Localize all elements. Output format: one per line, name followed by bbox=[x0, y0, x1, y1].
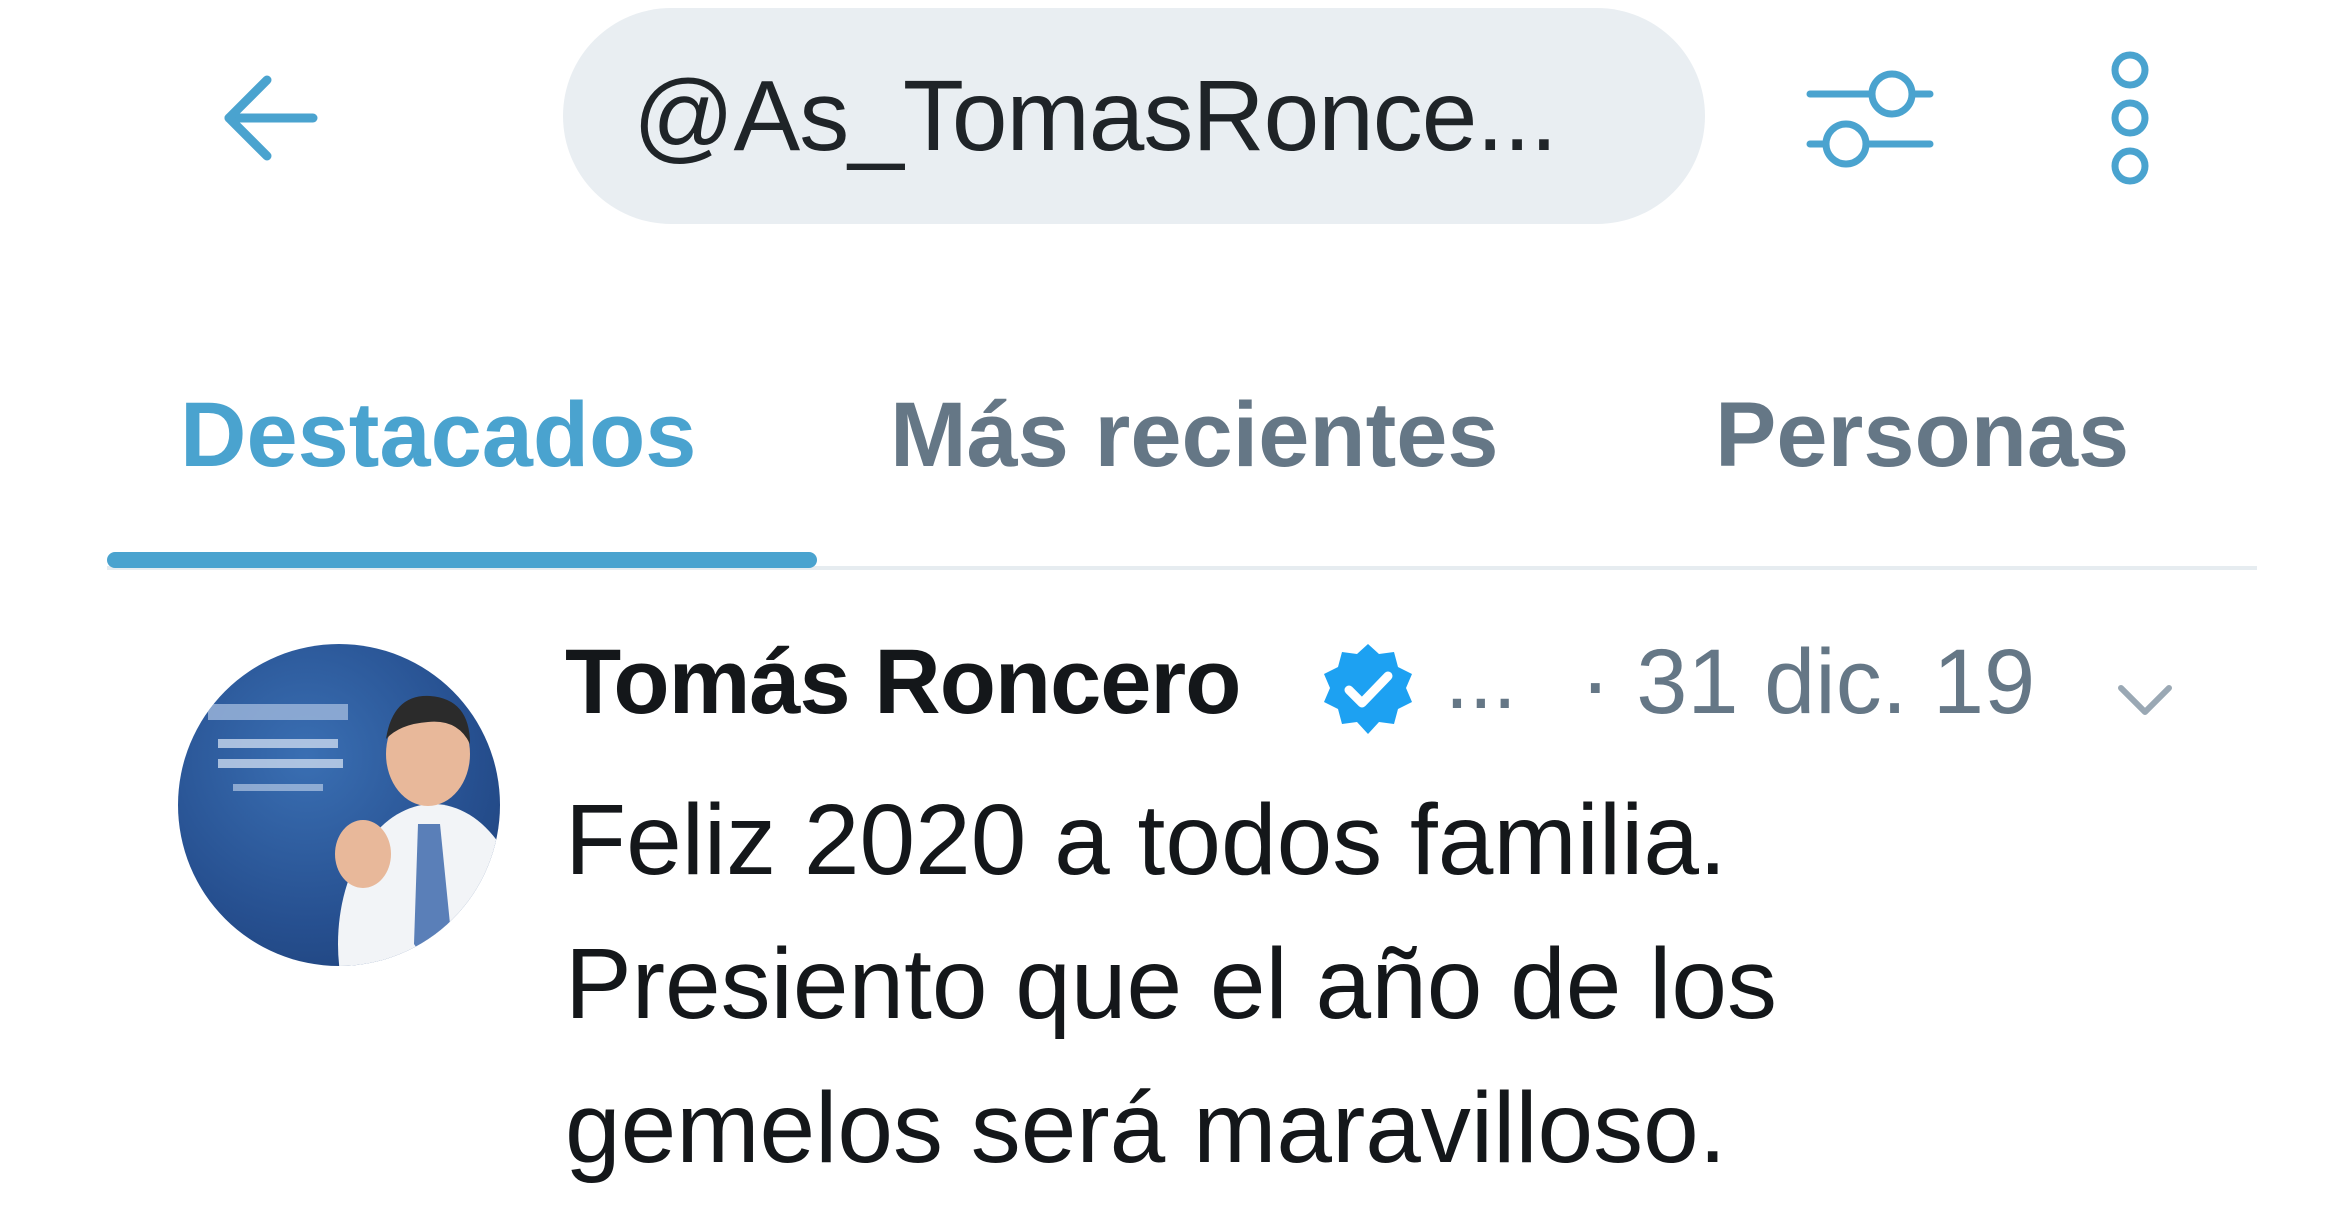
chevron-down-icon bbox=[2118, 685, 2172, 715]
tweet-date[interactable]: · 31 dic. 19 bbox=[1580, 630, 2035, 735]
tweet-text-line: gemelos será maravilloso. bbox=[565, 1072, 1727, 1184]
tab-personas[interactable]: Personas bbox=[1715, 370, 2129, 500]
search-input[interactable]: @As_TomasRonce... bbox=[563, 8, 1705, 224]
filter-button[interactable] bbox=[1800, 58, 1940, 178]
tweet-card[interactable]: Tomás Roncero ... · 31 dic. 19 Feliz 202… bbox=[0, 600, 2350, 1230]
author-avatar[interactable] bbox=[178, 644, 500, 966]
search-query: @As_TomasRonce... bbox=[633, 59, 1558, 172]
search-results-screen: @As_TomasRonce... Destacados Más recient… bbox=[0, 0, 2350, 1230]
tweet-text-line: Feliz 2020 a todos familia. bbox=[565, 784, 1727, 896]
arrow-left-icon bbox=[224, 75, 318, 161]
tweet-text-line: Presiento que el año de los bbox=[565, 928, 1777, 1040]
tweet-menu-button[interactable] bbox=[2100, 655, 2190, 745]
more-options-button[interactable] bbox=[2075, 48, 2185, 188]
sliders-icon bbox=[1806, 70, 1934, 168]
vertical-dots-icon bbox=[2111, 51, 2149, 185]
tweet-body: Feliz 2020 a todos familia. Presiento qu… bbox=[565, 768, 2285, 1200]
tab-destacados[interactable]: Destacados bbox=[180, 370, 696, 500]
author-name[interactable]: Tomás Roncero bbox=[565, 630, 1241, 735]
profile-photo bbox=[208, 695, 500, 966]
active-tab-indicator bbox=[107, 552, 817, 568]
tab-mas-recientes[interactable]: Más recientes bbox=[890, 370, 1499, 500]
back-button[interactable] bbox=[210, 58, 330, 178]
author-handle: ... bbox=[1445, 631, 1517, 727]
verified-badge-icon bbox=[1324, 644, 1412, 734]
results-tabs: Destacados Más recientes Personas bbox=[0, 370, 2350, 570]
